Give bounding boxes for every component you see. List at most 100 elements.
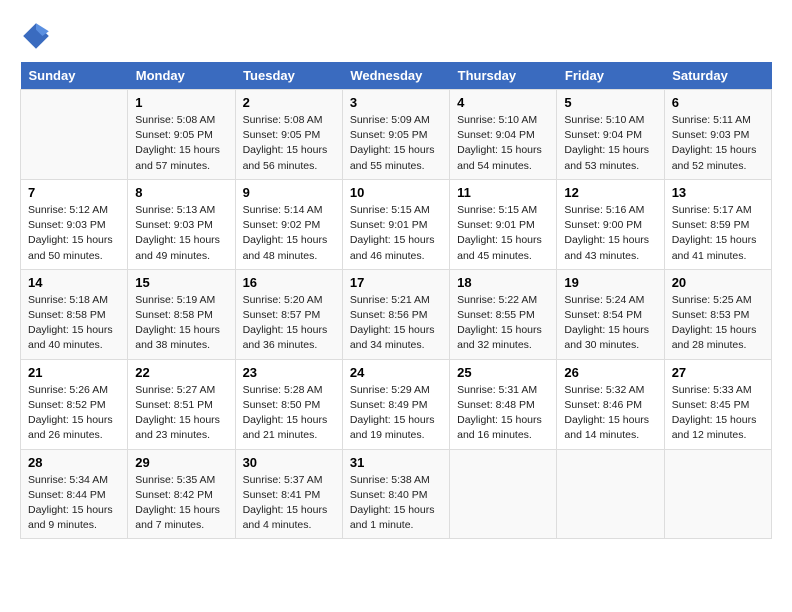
calendar-cell: 23Sunrise: 5:28 AM Sunset: 8:50 PM Dayli… xyxy=(235,359,342,449)
day-number: 4 xyxy=(457,95,549,110)
day-info: Sunrise: 5:10 AM Sunset: 9:04 PM Dayligh… xyxy=(457,113,549,174)
calendar-cell: 3Sunrise: 5:09 AM Sunset: 9:05 PM Daylig… xyxy=(342,90,449,180)
calendar-cell: 12 Sunrise: 5:16 AM Sunset: 9:00 PM Dayli… xyxy=(557,179,664,269)
day-number: 2 xyxy=(243,95,335,110)
day-number: 24 xyxy=(350,365,442,380)
header-cell-tuesday: Tuesday xyxy=(235,62,342,90)
day-info: Sunrise: 5:38 AM Sunset: 8:40 PM Dayligh… xyxy=(350,473,442,534)
calendar-week-5: 28 Sunrise: 5:34 AM Sunset: 8:44 PM Dayli… xyxy=(21,449,772,539)
calendar-week-2: 7 Sunrise: 5:12 AM Sunset: 9:03 PM Daylig… xyxy=(21,179,772,269)
calendar-cell: 21 Sunrise: 5:26 AM Sunset: 8:52 PM Dayli… xyxy=(21,359,128,449)
day-info: Sunrise: 5:28 AM Sunset: 8:50 PM Dayligh… xyxy=(243,383,335,444)
day-number: 20 xyxy=(672,275,764,290)
logo xyxy=(20,20,56,52)
calendar-cell: 7 Sunrise: 5:12 AM Sunset: 9:03 PM Daylig… xyxy=(21,179,128,269)
calendar-cell: 19 Sunrise: 5:24 AM Sunset: 8:54 PM Dayli… xyxy=(557,269,664,359)
day-info: Sunrise: 5:18 AM Sunset: 8:58 PM Dayligh… xyxy=(28,293,120,354)
day-number: 14 xyxy=(28,275,120,290)
calendar-cell: 16 Sunrise: 5:20 AM Sunset: 8:57 PM Dayli… xyxy=(235,269,342,359)
day-info: Sunrise: 5:19 AM Sunset: 8:58 PM Dayligh… xyxy=(135,293,227,354)
day-info: Sunrise: 5:10 AM Sunset: 9:04 PM Dayligh… xyxy=(564,113,656,174)
day-number: 31 xyxy=(350,455,442,470)
calendar-cell: 26Sunrise: 5:32 AM Sunset: 8:46 PM Dayli… xyxy=(557,359,664,449)
day-info: Sunrise: 5:31 AM Sunset: 8:48 PM Dayligh… xyxy=(457,383,549,444)
calendar-cell: 31 Sunrise: 5:38 AM Sunset: 8:40 PM Dayli… xyxy=(342,449,449,539)
calendar-cell: 13 Sunrise: 5:17 AM Sunset: 8:59 PM Dayli… xyxy=(664,179,771,269)
calendar-cell: 20 Sunrise: 5:25 AM Sunset: 8:53 PM Dayli… xyxy=(664,269,771,359)
day-number: 22 xyxy=(135,365,227,380)
header-cell-sunday: Sunday xyxy=(21,62,128,90)
day-number: 29 xyxy=(135,455,227,470)
calendar-cell: 4 Sunrise: 5:10 AM Sunset: 9:04 PM Daylig… xyxy=(450,90,557,180)
day-info: Sunrise: 5:37 AM Sunset: 8:41 PM Dayligh… xyxy=(243,473,335,534)
calendar-week-1: 1 Sunrise: 5:08 AM Sunset: 9:05 PM Daylig… xyxy=(21,90,772,180)
day-info: Sunrise: 5:13 AM Sunset: 9:03 PM Dayligh… xyxy=(135,203,227,264)
calendar-cell: 22 Sunrise: 5:27 AM Sunset: 8:51 PM Dayli… xyxy=(128,359,235,449)
calendar-cell: 1 Sunrise: 5:08 AM Sunset: 9:05 PM Daylig… xyxy=(128,90,235,180)
day-info: Sunrise: 5:16 AM Sunset: 9:00 PM Dayligh… xyxy=(564,203,656,264)
day-number: 30 xyxy=(243,455,335,470)
day-info: Sunrise: 5:27 AM Sunset: 8:51 PM Dayligh… xyxy=(135,383,227,444)
day-number: 12 xyxy=(564,185,656,200)
day-info: Sunrise: 5:26 AM Sunset: 8:52 PM Dayligh… xyxy=(28,383,120,444)
calendar-cell xyxy=(557,449,664,539)
day-info: Sunrise: 5:25 AM Sunset: 8:53 PM Dayligh… xyxy=(672,293,764,354)
day-number: 28 xyxy=(28,455,120,470)
day-info: Sunrise: 5:21 AM Sunset: 8:56 PM Dayligh… xyxy=(350,293,442,354)
calendar-cell: 5 Sunrise: 5:10 AM Sunset: 9:04 PM Daylig… xyxy=(557,90,664,180)
day-info: Sunrise: 5:32 AM Sunset: 8:46 PM Dayligh… xyxy=(564,383,656,444)
day-number: 13 xyxy=(672,185,764,200)
day-number: 27 xyxy=(672,365,764,380)
day-info: Sunrise: 5:08 AM Sunset: 9:05 PM Dayligh… xyxy=(135,113,227,174)
day-info: Sunrise: 5:12 AM Sunset: 9:03 PM Dayligh… xyxy=(28,203,120,264)
day-info: Sunrise: 5:09 AM Sunset: 9:05 PM Dayligh… xyxy=(350,113,442,174)
day-info: Sunrise: 5:29 AM Sunset: 8:49 PM Dayligh… xyxy=(350,383,442,444)
day-number: 21 xyxy=(28,365,120,380)
header-cell-saturday: Saturday xyxy=(664,62,771,90)
header-cell-thursday: Thursday xyxy=(450,62,557,90)
day-info: Sunrise: 5:14 AM Sunset: 9:02 PM Dayligh… xyxy=(243,203,335,264)
calendar-cell: 25 Sunrise: 5:31 AM Sunset: 8:48 PM Dayli… xyxy=(450,359,557,449)
day-number: 18 xyxy=(457,275,549,290)
calendar-cell: 6 Sunrise: 5:11 AM Sunset: 9:03 PM Daylig… xyxy=(664,90,771,180)
header-cell-friday: Friday xyxy=(557,62,664,90)
day-info: Sunrise: 5:17 AM Sunset: 8:59 PM Dayligh… xyxy=(672,203,764,264)
day-number: 17 xyxy=(350,275,442,290)
day-info: Sunrise: 5:34 AM Sunset: 8:44 PM Dayligh… xyxy=(28,473,120,534)
calendar-cell: 29Sunrise: 5:35 AM Sunset: 8:42 PM Dayli… xyxy=(128,449,235,539)
calendar-cell: 27Sunrise: 5:33 AM Sunset: 8:45 PM Dayli… xyxy=(664,359,771,449)
calendar-cell: 9 Sunrise: 5:14 AM Sunset: 9:02 PM Daylig… xyxy=(235,179,342,269)
calendar-week-3: 14 Sunrise: 5:18 AM Sunset: 8:58 PM Dayli… xyxy=(21,269,772,359)
day-number: 25 xyxy=(457,365,549,380)
day-number: 11 xyxy=(457,185,549,200)
calendar-cell: 10Sunrise: 5:15 AM Sunset: 9:01 PM Dayli… xyxy=(342,179,449,269)
calendar-cell xyxy=(664,449,771,539)
day-number: 19 xyxy=(564,275,656,290)
calendar-cell: 11 Sunrise: 5:15 AM Sunset: 9:01 PM Dayli… xyxy=(450,179,557,269)
day-info: Sunrise: 5:08 AM Sunset: 9:05 PM Dayligh… xyxy=(243,113,335,174)
day-info: Sunrise: 5:11 AM Sunset: 9:03 PM Dayligh… xyxy=(672,113,764,174)
day-number: 9 xyxy=(243,185,335,200)
header-cell-monday: Monday xyxy=(128,62,235,90)
calendar-cell: 14 Sunrise: 5:18 AM Sunset: 8:58 PM Dayli… xyxy=(21,269,128,359)
day-number: 5 xyxy=(564,95,656,110)
day-number: 6 xyxy=(672,95,764,110)
calendar-cell: 30 Sunrise: 5:37 AM Sunset: 8:41 PM Dayli… xyxy=(235,449,342,539)
calendar-cell: 18 Sunrise: 5:22 AM Sunset: 8:55 PM Dayli… xyxy=(450,269,557,359)
day-info: Sunrise: 5:15 AM Sunset: 9:01 PM Dayligh… xyxy=(457,203,549,264)
day-info: Sunrise: 5:24 AM Sunset: 8:54 PM Dayligh… xyxy=(564,293,656,354)
header-cell-wednesday: Wednesday xyxy=(342,62,449,90)
day-number: 7 xyxy=(28,185,120,200)
calendar-cell: 8Sunrise: 5:13 AM Sunset: 9:03 PM Daylig… xyxy=(128,179,235,269)
calendar-table: SundayMondayTuesdayWednesdayThursdayFrid… xyxy=(20,62,772,539)
day-number: 16 xyxy=(243,275,335,290)
calendar-cell: 15Sunrise: 5:19 AM Sunset: 8:58 PM Dayli… xyxy=(128,269,235,359)
day-info: Sunrise: 5:22 AM Sunset: 8:55 PM Dayligh… xyxy=(457,293,549,354)
day-number: 1 xyxy=(135,95,227,110)
calendar-week-4: 21 Sunrise: 5:26 AM Sunset: 8:52 PM Dayli… xyxy=(21,359,772,449)
logo-icon xyxy=(20,20,52,52)
day-info: Sunrise: 5:20 AM Sunset: 8:57 PM Dayligh… xyxy=(243,293,335,354)
calendar-cell xyxy=(21,90,128,180)
calendar-cell: 24 Sunrise: 5:29 AM Sunset: 8:49 PM Dayli… xyxy=(342,359,449,449)
calendar-cell: 17 Sunrise: 5:21 AM Sunset: 8:56 PM Dayli… xyxy=(342,269,449,359)
